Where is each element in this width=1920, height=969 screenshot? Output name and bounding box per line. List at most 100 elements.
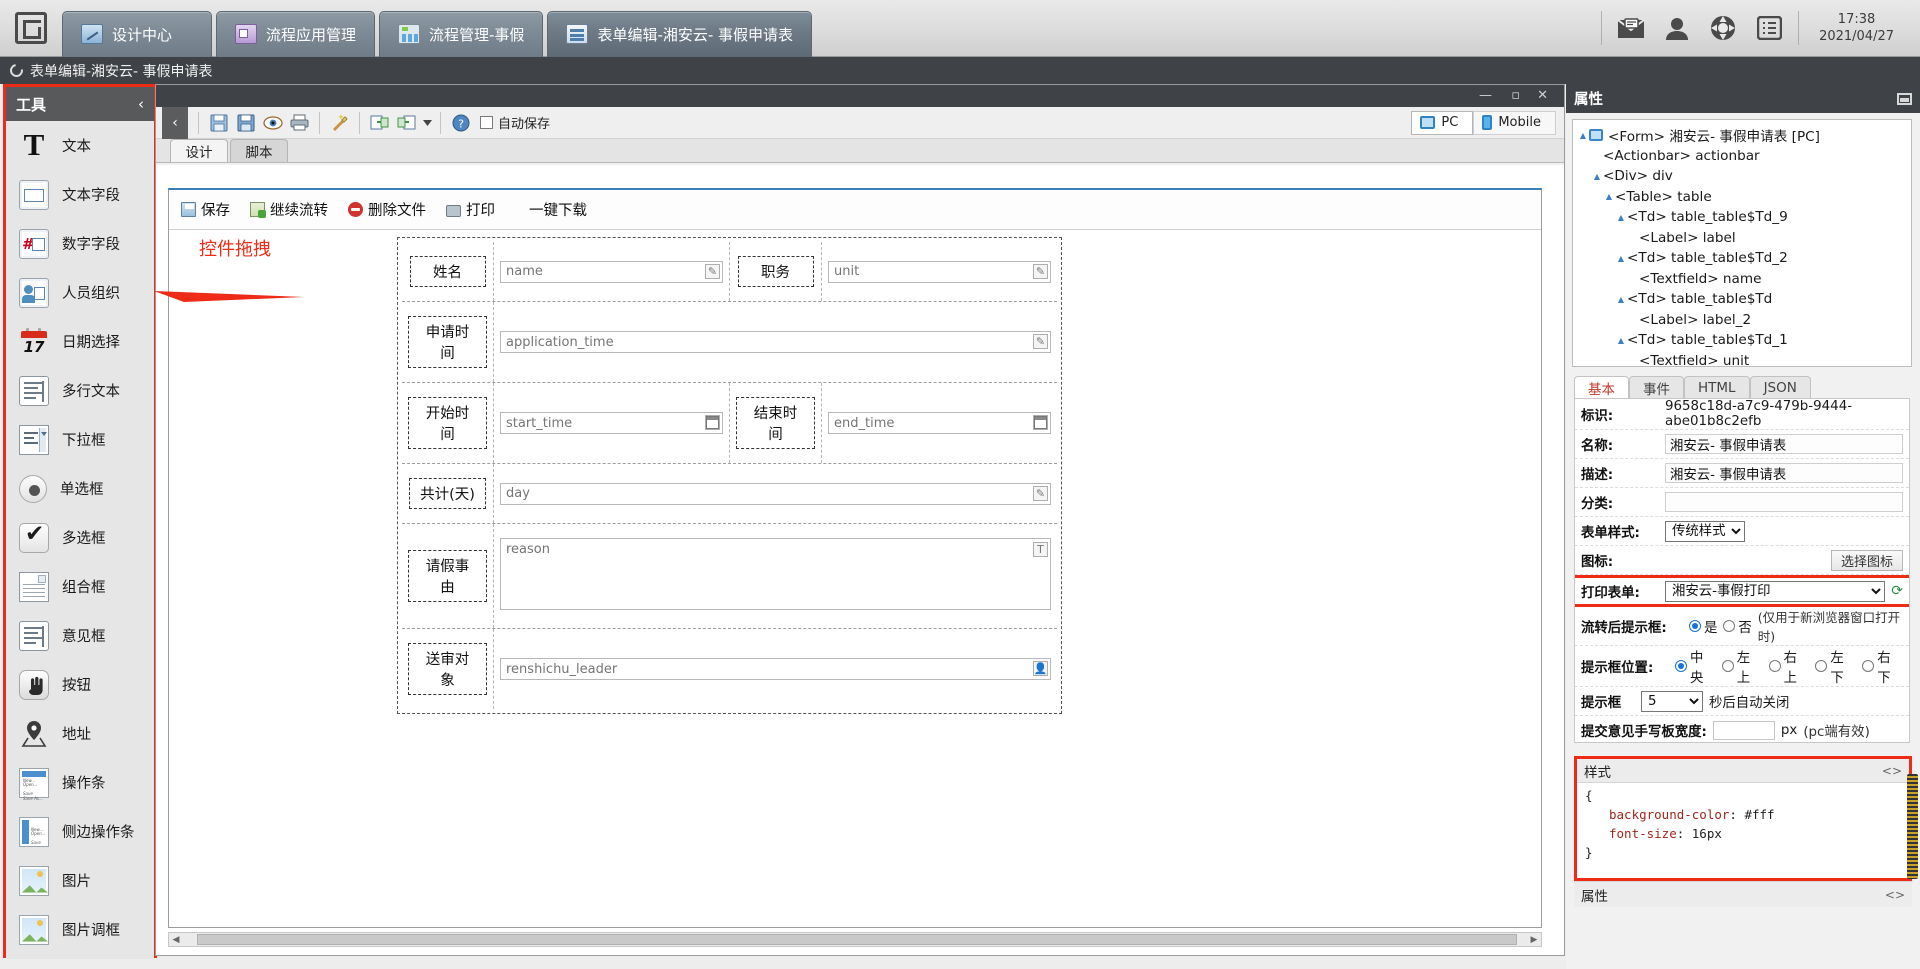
tool-item-opinion-box[interactable]: 意见框 xyxy=(6,611,154,660)
twisty-icon[interactable]: ▲ xyxy=(1591,172,1603,181)
chrome-tab-flow-app[interactable]: 流程应用管理 xyxy=(216,10,376,57)
scrollbar-thumb[interactable] xyxy=(197,934,1517,945)
promptpos-center-radio[interactable]: 中央 xyxy=(1675,646,1716,686)
refresh-icon[interactable] xyxy=(7,61,26,80)
twisty-icon[interactable]: ▲ xyxy=(1577,131,1589,140)
help-icon[interactable]: ? xyxy=(447,110,474,136)
chevron-down-icon[interactable] xyxy=(420,110,434,136)
tool-item-numberfield[interactable]: # 数字字段 xyxy=(6,219,154,268)
edit-icon[interactable]: ✎ xyxy=(705,263,720,279)
formstyle-select[interactable]: 传统样式 xyxy=(1665,520,1745,542)
code-toggle-icon[interactable]: <> xyxy=(1885,888,1905,902)
name-input[interactable] xyxy=(500,260,723,283)
style-editor-code[interactable]: { background-color: #fff font-size: 16px… xyxy=(1577,783,1909,865)
promptpos-bottomleft-radio[interactable]: 左下 xyxy=(1815,646,1856,686)
tree-node[interactable]: ▲ <Td> table_table$Td_2 xyxy=(1577,248,1911,269)
form-field-cell[interactable]: ✎ xyxy=(494,242,730,301)
tree-node[interactable]: <Textfield> name xyxy=(1577,269,1911,290)
list-icon[interactable] xyxy=(1746,6,1792,51)
text-icon[interactable]: T xyxy=(1033,542,1048,557)
promptpos-topright-radio[interactable]: 右上 xyxy=(1768,646,1810,686)
twisty-icon[interactable]: ▲ xyxy=(1615,213,1627,222)
user-icon[interactable] xyxy=(1654,6,1700,51)
twisty-icon[interactable]: ▲ xyxy=(1615,254,1627,263)
print-icon[interactable] xyxy=(286,110,313,136)
prompt-yes-radio[interactable]: 是 xyxy=(1689,616,1717,636)
save-icon[interactable] xyxy=(205,110,232,136)
edit-icon[interactable]: ✎ xyxy=(1033,485,1048,501)
edit-icon[interactable]: ✎ xyxy=(1033,334,1048,349)
unit-input[interactable] xyxy=(828,260,1051,283)
tree-node[interactable]: <Label> label xyxy=(1577,228,1911,249)
actionbar-continue-flow[interactable]: 继续流转 xyxy=(250,199,328,220)
minimize-icon[interactable] xyxy=(1897,92,1912,105)
form-field-cell[interactable]: T xyxy=(494,524,1057,628)
choose-icon-button[interactable]: 选择图标 xyxy=(1830,549,1903,571)
tool-item-dropdown[interactable]: 下拉框 xyxy=(6,415,154,464)
preview-icon[interactable] xyxy=(259,110,286,136)
calendar-icon[interactable] xyxy=(1033,415,1048,430)
tree-node[interactable]: ▲ <Td> table_table$Td_1 xyxy=(1577,330,1911,351)
export-icon[interactable] xyxy=(393,110,420,136)
promptpos-topleft-radio[interactable]: 左上 xyxy=(1721,646,1763,686)
tool-item-actionbar[interactable]: New... Open... Save Save As... 操作条 xyxy=(6,758,154,807)
twisty-icon[interactable]: ▲ xyxy=(1603,192,1615,201)
tool-item-image[interactable]: 图片 xyxy=(6,856,154,905)
actionbar-save[interactable]: 保存 xyxy=(181,199,230,220)
edit-icon[interactable]: ✎ xyxy=(1033,263,1048,279)
promptpos-bottomright-radio[interactable]: 右下 xyxy=(1862,646,1903,686)
form-field-cell[interactable] xyxy=(822,383,1057,463)
import-icon[interactable] xyxy=(366,110,393,136)
tree-node[interactable]: <Label> label_2 xyxy=(1577,310,1911,331)
twisty-icon[interactable]: ▲ xyxy=(1615,295,1627,304)
twisty-icon[interactable]: ▲ xyxy=(1615,336,1627,345)
actionbar-delete-file[interactable]: 删除文件 xyxy=(348,199,426,220)
tool-item-image-frame[interactable]: 图片调框 xyxy=(6,905,154,954)
close-icon[interactable]: ✕ xyxy=(1537,88,1548,103)
tool-item-textfield[interactable]: 文本字段 xyxy=(6,170,154,219)
code-toggle-icon[interactable]: <> xyxy=(1882,764,1902,778)
form-field-cell[interactable]: ✎ xyxy=(822,242,1057,301)
save-as-icon[interactable] xyxy=(232,110,259,136)
tree-node[interactable]: <Actionbar> actionbar xyxy=(1577,146,1911,167)
support-icon[interactable] xyxy=(1700,6,1746,51)
device-mobile-button[interactable]: Mobile xyxy=(1473,110,1556,135)
tree-node[interactable]: ▲ <Div> div xyxy=(1577,166,1911,187)
tool-item-radio[interactable]: 单选框 xyxy=(6,464,154,513)
app-logo[interactable] xyxy=(0,0,62,57)
canvas-horizontal-scrollbar[interactable]: ◀ ▶ xyxy=(168,932,1542,947)
tab-basic[interactable]: 基本 xyxy=(1574,376,1629,398)
form-label-cell[interactable]: 申请时间 xyxy=(402,302,494,382)
form-label-cell[interactable]: 请假事由 xyxy=(402,524,494,628)
form-desc-input[interactable] xyxy=(1665,463,1903,483)
tool-item-address[interactable]: 地址 xyxy=(6,709,154,758)
tree-node[interactable]: ▲ <Td> table_table$Td xyxy=(1577,289,1911,310)
tree-node[interactable]: ▲ <Form> 湘安云- 事假申请表 [PC] xyxy=(1577,125,1911,146)
panel-collapse-button[interactable]: ‹ xyxy=(162,106,188,139)
application-time-input[interactable] xyxy=(500,331,1051,353)
refresh-icon[interactable]: ⟳ xyxy=(1891,583,1903,599)
form-name-input[interactable] xyxy=(1665,434,1903,454)
tool-item-button[interactable]: 按钮 xyxy=(6,660,154,709)
tool-item-person-org[interactable]: 人员组织 xyxy=(6,268,154,317)
tree-node[interactable]: ▲ <Td> table_table$Td_9 xyxy=(1577,207,1911,228)
form-label-cell[interactable]: 结束时间 xyxy=(730,383,822,463)
chrome-tab-form-edit[interactable]: 表单编辑-湘安云- 事假申请表 xyxy=(547,10,813,57)
person-icon[interactable]: 👤 xyxy=(1033,661,1048,676)
tree-node[interactable]: ▲ <Table> table xyxy=(1577,187,1911,208)
tool-item-text[interactable]: T 文本 xyxy=(6,121,154,170)
form-field-cell[interactable]: 👤 xyxy=(494,629,1057,709)
signwidth-input[interactable] xyxy=(1712,720,1775,740)
form-field-cell[interactable]: ✎ xyxy=(494,464,1057,523)
form-label-cell[interactable]: 开始时间 xyxy=(402,383,494,463)
collapse-icon[interactable]: ‹ xyxy=(138,95,144,113)
tool-item-multiline-text[interactable]: 多行文本 xyxy=(6,366,154,415)
chrome-tab-design-center[interactable]: 设计中心 xyxy=(62,10,212,57)
tool-item-combobox[interactable]: 组合框 xyxy=(6,562,154,611)
scroll-right-icon[interactable]: ▶ xyxy=(1527,935,1541,945)
day-input[interactable] xyxy=(500,482,1051,505)
reason-textarea[interactable] xyxy=(500,538,1051,610)
tab-json[interactable]: JSON xyxy=(1749,376,1811,398)
properties-vertical-scrollbar[interactable] xyxy=(1907,774,1918,879)
mail-icon[interactable] xyxy=(1608,6,1654,51)
